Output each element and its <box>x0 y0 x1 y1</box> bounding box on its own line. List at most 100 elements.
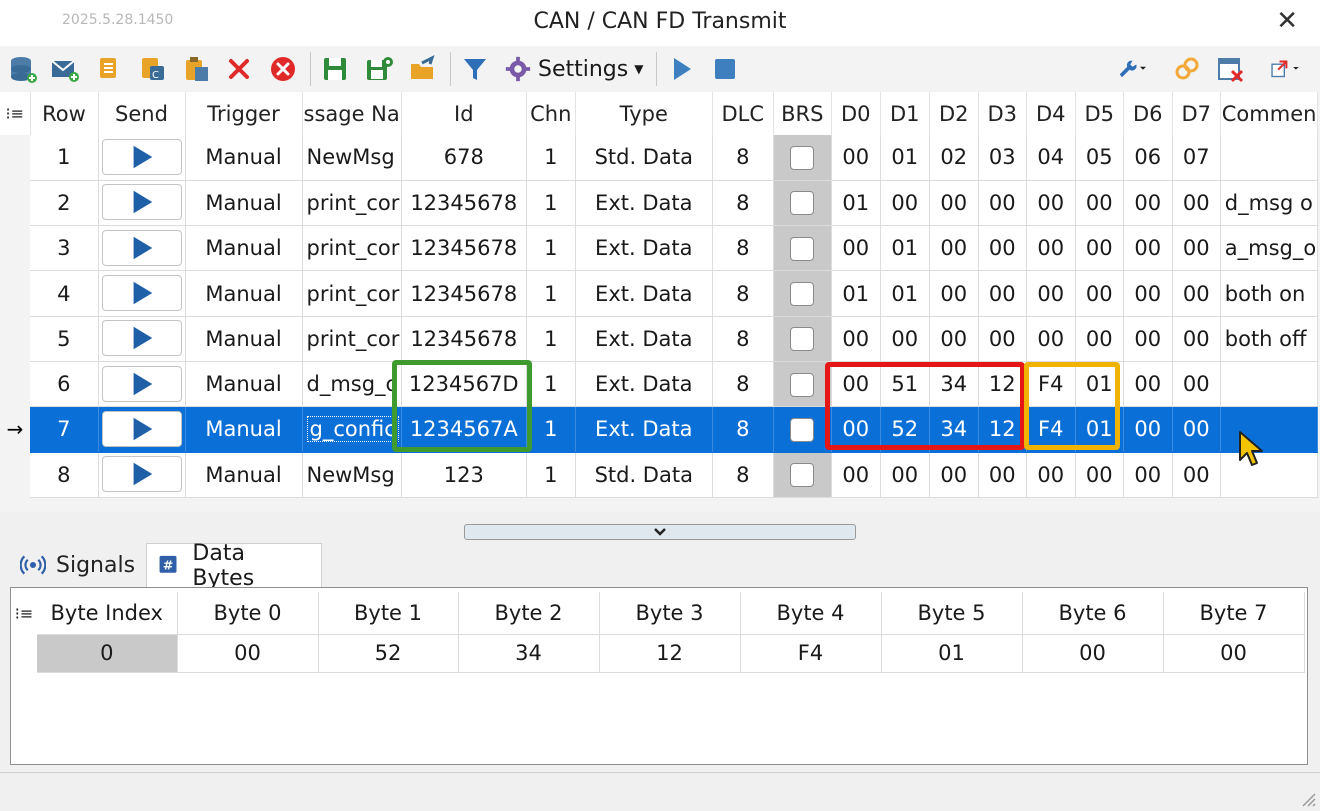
byte-0-cell[interactable]: 00 <box>177 634 319 673</box>
col-header-type[interactable]: Type <box>575 92 713 135</box>
export-icon[interactable] <box>1258 52 1312 86</box>
chn-cell[interactable]: 1 <box>526 180 576 227</box>
dlc-cell[interactable]: 8 <box>712 225 774 272</box>
table-row[interactable]: 4 Manual print_cor 12345678 1 Ext. Data … <box>0 270 1319 317</box>
d1-cell[interactable]: 52 <box>880 406 930 453</box>
id-cell[interactable]: 12345678 <box>401 270 527 317</box>
comment-cell[interactable]: both off <box>1220 316 1319 362</box>
byte-2-cell[interactable]: 34 <box>458 634 600 673</box>
d4-cell[interactable]: 00 <box>1026 316 1076 362</box>
type-cell[interactable]: Std. Data <box>575 135 713 181</box>
play-icon[interactable] <box>664 52 698 86</box>
trigger-cell[interactable]: Manual <box>185 316 303 362</box>
d3-cell[interactable]: 00 <box>978 452 1027 498</box>
message-name-cell[interactable]: NewMsg <box>302 452 402 498</box>
copy-special-icon[interactable]: C <box>136 52 170 86</box>
d5-cell[interactable]: 00 <box>1075 180 1124 227</box>
d6-cell[interactable]: 00 <box>1123 180 1173 227</box>
type-cell[interactable]: Std. Data <box>575 452 713 498</box>
d6-cell[interactable]: 00 <box>1123 270 1173 317</box>
d7-cell[interactable]: 00 <box>1172 225 1221 272</box>
wrench-icon[interactable] <box>1106 52 1156 86</box>
d5-cell[interactable]: 00 <box>1075 316 1124 362</box>
message-name-cell[interactable]: NewMsg <box>302 135 402 181</box>
send-button[interactable] <box>101 184 182 221</box>
col-header-byte-7[interactable]: Byte 7 <box>1163 592 1305 635</box>
message-name-cell[interactable]: print_cor <box>302 316 402 362</box>
dlc-cell[interactable]: 8 <box>712 452 774 498</box>
send-button[interactable] <box>101 365 182 402</box>
d4-cell[interactable]: 04 <box>1026 135 1076 181</box>
col-header-chn[interactable]: Chn <box>526 92 576 135</box>
d2-cell[interactable]: 00 <box>929 225 979 272</box>
comment-cell[interactable]: d_msg o <box>1220 180 1319 227</box>
d1-cell[interactable]: 01 <box>880 270 930 317</box>
tab-signals[interactable]: Signals <box>10 543 146 587</box>
d5-cell[interactable]: 05 <box>1075 135 1124 181</box>
comment-cell[interactable] <box>1220 135 1319 181</box>
d6-cell[interactable]: 00 <box>1123 452 1173 498</box>
type-cell[interactable]: Ext. Data <box>575 180 713 227</box>
message-name-cell[interactable]: d_msg_c <box>302 361 402 408</box>
send-button[interactable] <box>101 410 182 447</box>
d6-cell[interactable]: 00 <box>1123 225 1173 272</box>
d7-cell[interactable]: 00 <box>1172 180 1221 227</box>
id-cell[interactable]: 123 <box>401 452 527 498</box>
type-cell[interactable]: Ext. Data <box>575 361 713 408</box>
d2-cell[interactable]: 34 <box>929 361 979 408</box>
d5-cell[interactable]: 00 <box>1075 270 1124 317</box>
d4-cell[interactable]: 00 <box>1026 270 1076 317</box>
d0-cell[interactable]: 00 <box>831 361 881 408</box>
id-cell[interactable]: 1234567A <box>401 406 527 453</box>
send-button[interactable] <box>101 229 182 266</box>
comment-cell[interactable] <box>1220 361 1319 408</box>
chn-cell[interactable]: 1 <box>526 406 576 453</box>
send-button[interactable] <box>101 138 182 175</box>
d2-cell[interactable]: 00 <box>929 270 979 317</box>
type-cell[interactable]: Ext. Data <box>575 316 713 362</box>
delete-icon[interactable] <box>222 52 256 86</box>
table-row[interactable]: 3 Manual print_cor 12345678 1 Ext. Data … <box>0 225 1319 272</box>
d3-cell[interactable]: 12 <box>978 406 1027 453</box>
col-header-byte-6[interactable]: Byte 6 <box>1022 592 1164 635</box>
col-header-d0[interactable]: D0 <box>831 92 881 135</box>
col-header-comment[interactable]: Commen <box>1220 92 1319 135</box>
id-cell[interactable]: 12345678 <box>401 225 527 272</box>
brs-checkbox[interactable] <box>790 417 815 442</box>
d6-cell[interactable]: 00 <box>1123 316 1173 362</box>
id-cell[interactable]: 12345678 <box>401 180 527 227</box>
table-row[interactable]: 2 Manual print_cor 12345678 1 Ext. Data … <box>0 180 1319 227</box>
d7-cell[interactable]: 07 <box>1172 135 1221 181</box>
byte-5-cell[interactable]: 01 <box>881 634 1023 673</box>
d4-cell[interactable]: 00 <box>1026 452 1076 498</box>
table-row[interactable]: 8 Manual NewMsg 123 1 Std. Data 8 00 00 … <box>0 452 1319 498</box>
message-name-cell[interactable]: print_cor <box>302 180 402 227</box>
brs-checkbox[interactable] <box>790 236 815 261</box>
chn-cell[interactable]: 1 <box>526 361 576 408</box>
brs-checkbox[interactable] <box>790 327 815 352</box>
trigger-cell[interactable]: Manual <box>185 270 303 317</box>
d4-cell[interactable]: 00 <box>1026 180 1076 227</box>
id-cell[interactable]: 12345678 <box>401 316 527 362</box>
comment-cell[interactable]: a_msg_o <box>1220 225 1319 272</box>
brs-checkbox[interactable] <box>790 463 815 488</box>
d4-cell[interactable]: F4 <box>1026 361 1076 408</box>
column-chooser-icon[interactable]: ⁝≡ <box>0 92 31 135</box>
d7-cell[interactable]: 00 <box>1172 361 1221 408</box>
paste-icon[interactable] <box>180 52 214 86</box>
d1-cell[interactable]: 51 <box>880 361 930 408</box>
byte-7-cell[interactable]: 00 <box>1163 634 1305 673</box>
table-row[interactable]: 5 Manual print_cor 12345678 1 Ext. Data … <box>0 316 1319 362</box>
d0-cell[interactable]: 00 <box>831 135 881 181</box>
comment-cell[interactable]: both on <box>1220 270 1319 317</box>
col-header-row[interactable]: Row <box>30 92 99 135</box>
dlc-cell[interactable]: 8 <box>712 361 774 408</box>
d7-cell[interactable]: 00 <box>1172 270 1221 317</box>
d0-cell[interactable]: 01 <box>831 270 881 317</box>
col-header-byte-4[interactable]: Byte 4 <box>740 592 882 635</box>
table-row[interactable]: 1 Manual NewMsg 678 1 Std. Data 8 00 01 … <box>0 135 1319 181</box>
d0-cell[interactable]: 00 <box>831 316 881 362</box>
column-chooser-icon[interactable]: ⁝≡ <box>11 592 37 634</box>
table-row[interactable]: 6 Manual d_msg_c 1234567D 1 Ext. Data 8 … <box>0 361 1319 408</box>
d6-cell[interactable]: 00 <box>1123 361 1173 408</box>
